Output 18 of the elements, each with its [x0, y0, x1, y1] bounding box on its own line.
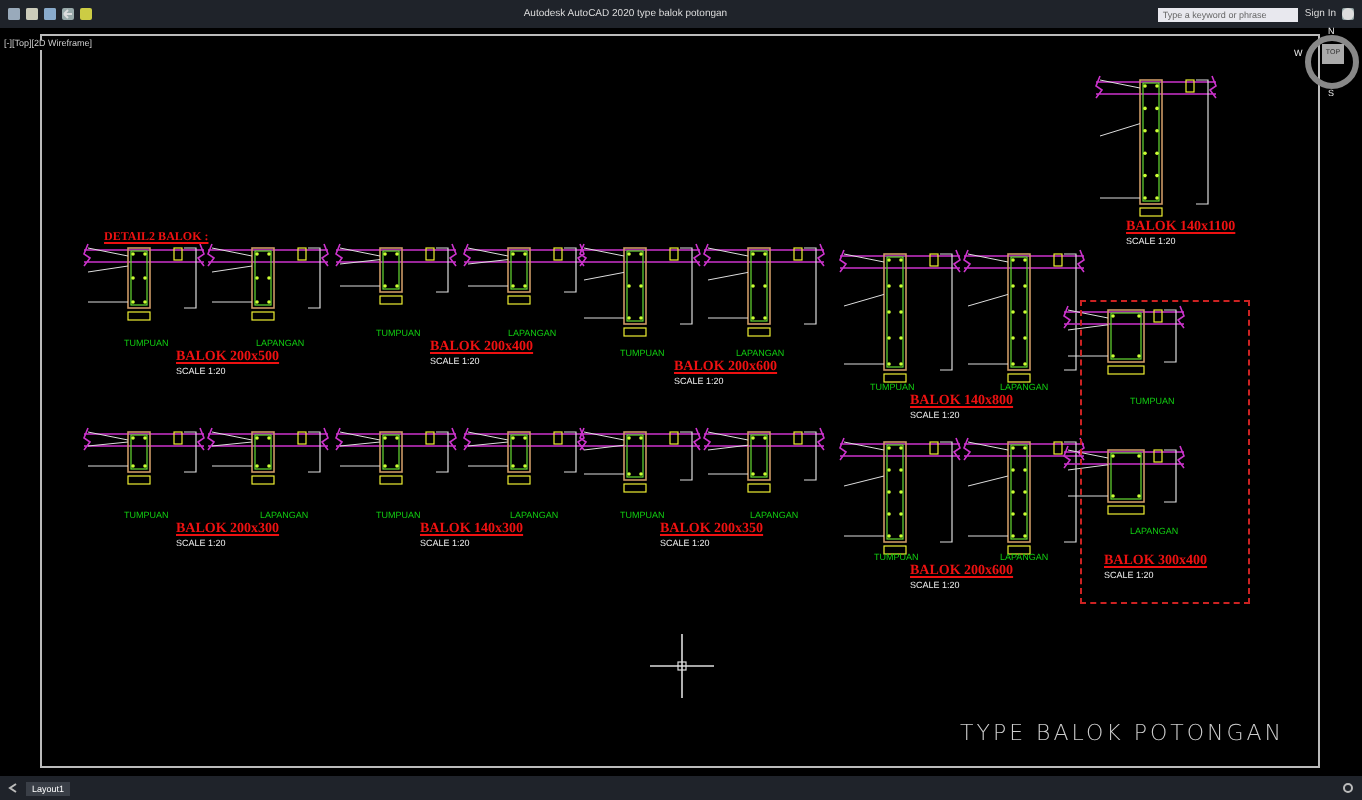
beam-section-drawing: [83, 427, 205, 485]
beam-section-drawing: [335, 243, 457, 305]
view-cube-ring-icon[interactable]: [1304, 34, 1360, 90]
beam-section-drawing: [839, 437, 961, 555]
beam-section-drawing: [1095, 75, 1217, 217]
beam-section-drawing: [703, 243, 825, 337]
beam-section-drawing: [83, 243, 205, 321]
sheet-title: TYPE BALOK POTONGAN: [960, 722, 1285, 744]
beam-section-drawing: [207, 243, 329, 321]
crosshair-cursor-icon: [650, 634, 714, 698]
tab-scroll-icon[interactable]: [8, 782, 20, 794]
undo-icon[interactable]: [62, 8, 74, 20]
beam-section-drawing: [207, 427, 329, 485]
beam-section-drawing: [463, 427, 585, 485]
beam-section-drawing: [703, 427, 825, 493]
beam-section-drawing: [839, 249, 961, 383]
beam-section-drawing: [335, 427, 457, 485]
beam-section-drawing: [579, 427, 701, 493]
